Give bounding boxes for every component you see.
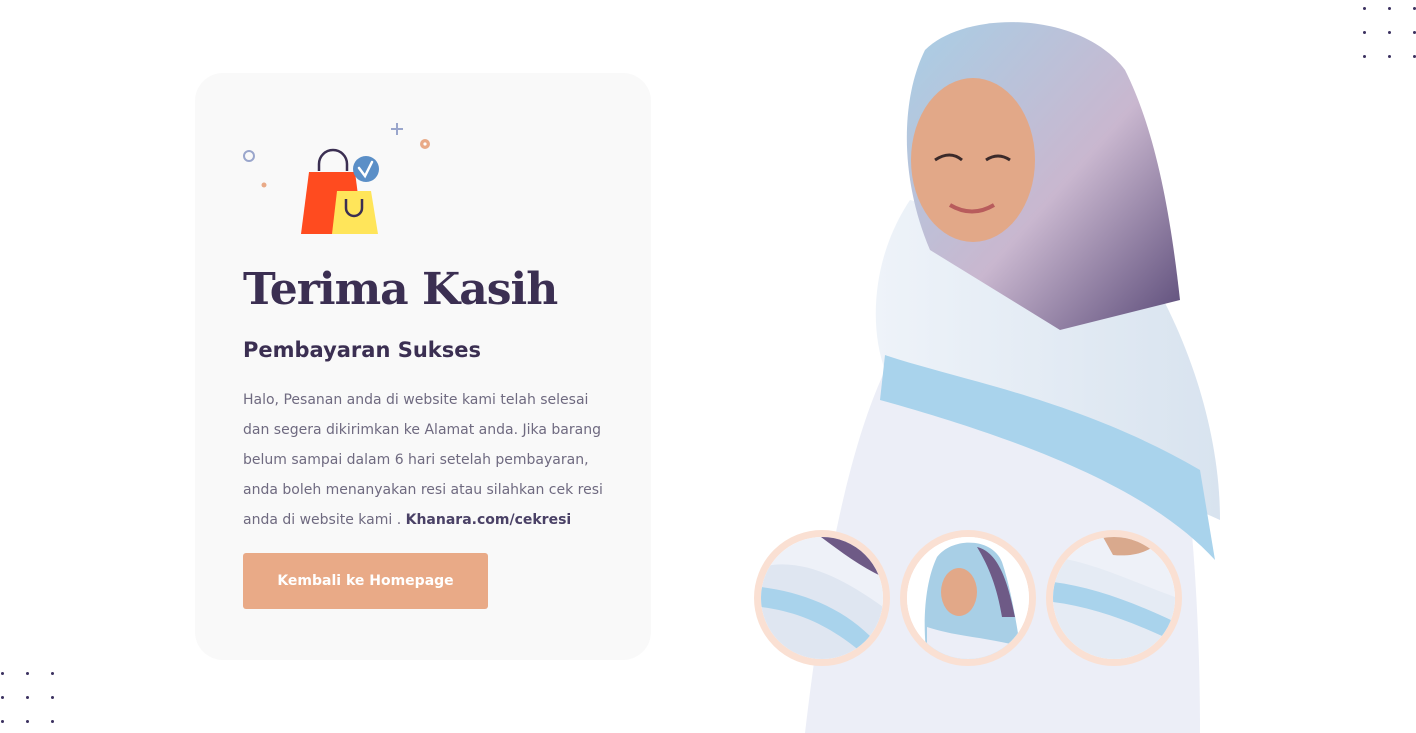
back-to-homepage-button[interactable]: Kembali ke Homepage (243, 553, 488, 609)
hijab-detail-thumb (1053, 537, 1175, 659)
product-thumbnail[interactable] (754, 530, 890, 666)
hijab-portrait-thumb (907, 537, 1029, 659)
hijab-detail-thumb (761, 537, 883, 659)
product-thumbnail[interactable] (1046, 530, 1182, 666)
shopping-bags-check-icon (243, 123, 430, 234)
decorative-dot-grid (1363, 7, 1416, 58)
page-title: Terima Kasih (243, 264, 558, 315)
product-thumbnail[interactable] (900, 530, 1036, 666)
confirmation-message: Halo, Pesanan anda di website kami telah… (243, 385, 615, 535)
message-text: Halo, Pesanan anda di website kami telah… (243, 392, 603, 528)
decorative-dot-grid (1, 672, 55, 723)
tracking-link[interactable]: Khanara.com/cekresi (406, 512, 572, 528)
page-subtitle: Pembayaran Sukses (243, 338, 482, 362)
